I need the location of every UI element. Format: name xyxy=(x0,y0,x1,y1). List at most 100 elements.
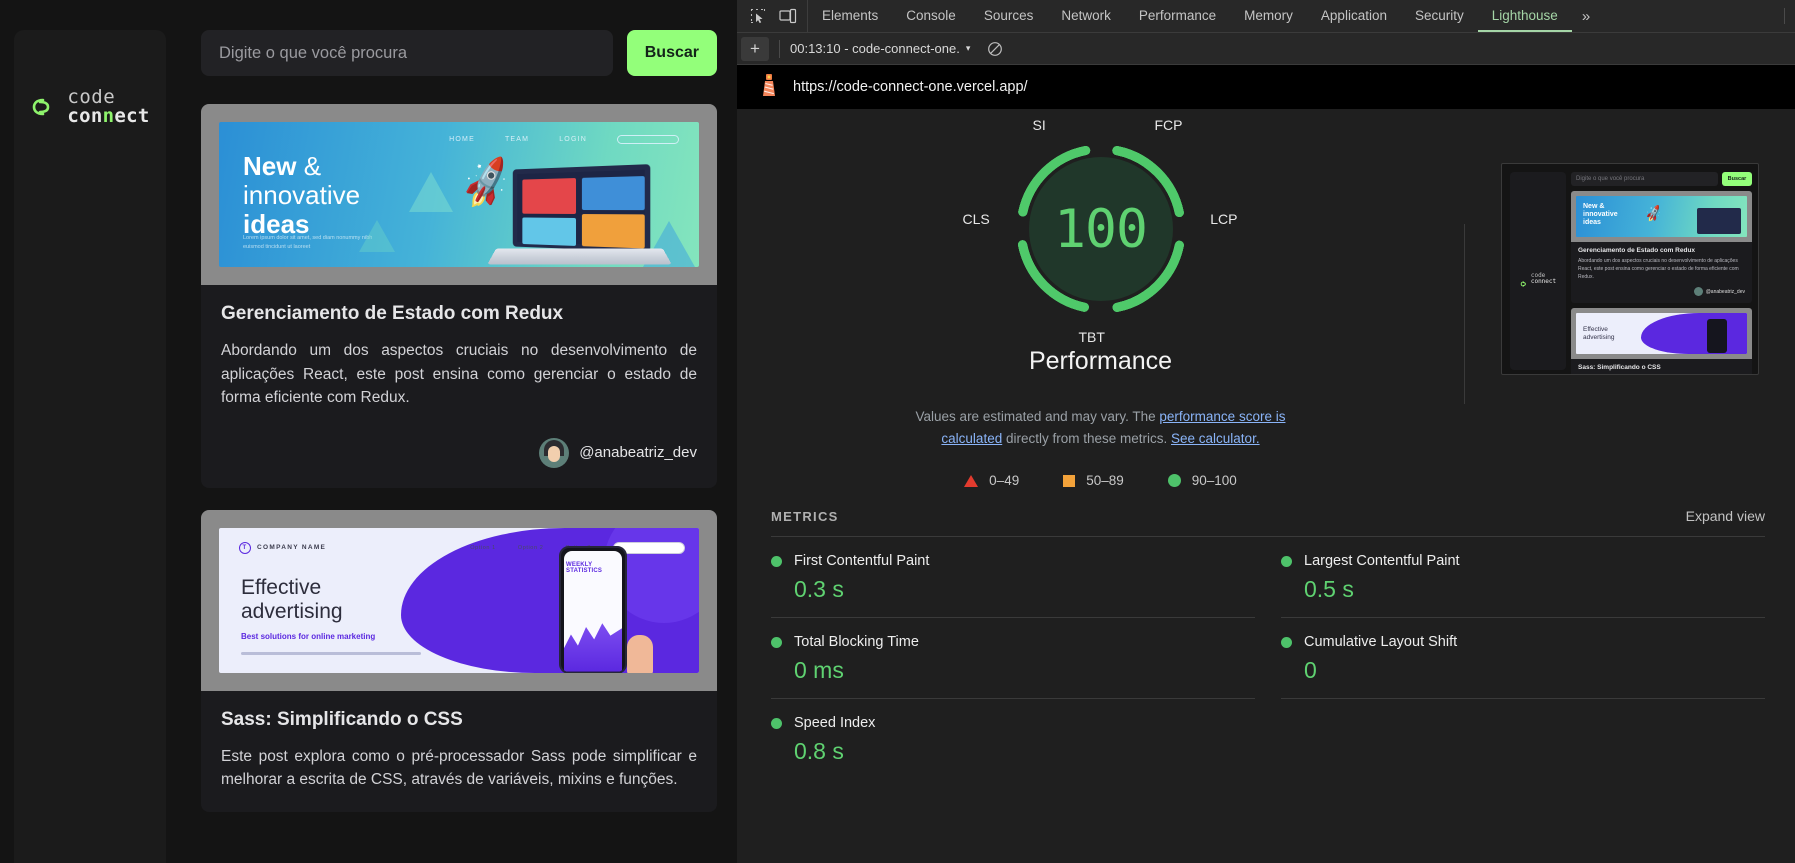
metrics-heading: METRICS xyxy=(771,509,839,525)
thumb-post-author: @anabeatriz_dev xyxy=(1705,288,1745,295)
circle-icon xyxy=(1167,474,1181,488)
score-legend: 0–49 50–89 90–100 xyxy=(964,473,1237,488)
thumb-post-card: New & innovative ideas 🚀 Gerenciamento de E… xyxy=(1571,191,1752,304)
tab-security[interactable]: Security xyxy=(1401,0,1478,32)
toolbar-divider xyxy=(1784,8,1785,24)
phone-illustration: WEEKLY STATISTICS xyxy=(559,545,627,673)
devtools-panel: Elements Console Sources Network Perform… xyxy=(737,0,1795,863)
tab-console[interactable]: Console xyxy=(892,0,970,32)
banner-nav: HOME TEAM LOGIN xyxy=(449,135,679,144)
tab-elements[interactable]: Elements xyxy=(808,0,892,32)
thumb-search-input: Digite o que você procura xyxy=(1571,172,1718,186)
search-button[interactable]: Buscar xyxy=(626,30,717,76)
post-body: Gerenciamento de Estado com Redux Aborda… xyxy=(201,285,717,488)
tab-lighthouse[interactable]: Lighthouse xyxy=(1477,0,1572,32)
chevron-down-icon: ▾ xyxy=(965,43,971,53)
rocket-icon: 🚀 xyxy=(457,155,518,212)
legend-item-average: 50–89 xyxy=(1063,473,1124,488)
metrics-section: METRICS Expand view First Contentful Pai… xyxy=(737,508,1795,779)
search-bar: Buscar xyxy=(201,30,717,76)
gauge-label-fcp: FCP xyxy=(1154,117,1183,133)
post-description: Este post explora como o pré-processador… xyxy=(221,747,697,789)
avatar xyxy=(539,437,570,468)
metric-name: Cumulative Layout Shift xyxy=(1304,634,1458,651)
post-author-handle: @anabeatriz_dev xyxy=(579,444,697,462)
metric-value: 0.5 s xyxy=(1304,576,1354,603)
tab-performance[interactable]: Performance xyxy=(1125,0,1230,32)
banner-subtitle: Best solutions for online marketing xyxy=(241,631,376,641)
post-title: Gerenciamento de Estado com Redux xyxy=(221,303,564,324)
performance-gauge: 100 SI FCP LCP CLS TBT xyxy=(963,117,1238,345)
tab-sources[interactable]: Sources xyxy=(970,0,1048,32)
metric-item[interactable]: Largest Contentful Paint 0.5 s xyxy=(1281,537,1765,619)
rendered-page-panel: code connect Buscar HOME xyxy=(0,0,737,863)
laptop-illustration xyxy=(487,164,677,267)
expand-view-button[interactable]: Expand view xyxy=(1686,508,1765,524)
post-cover-image: HOME TEAM LOGIN New & innovative ideas L… xyxy=(219,122,699,267)
banner-search-pill xyxy=(617,135,679,144)
thumb-logo-icon xyxy=(1520,275,1529,287)
report-selector[interactable]: 00:13:10 - code-connect-one. ▾ xyxy=(790,41,970,56)
tab-network[interactable]: Network xyxy=(1047,0,1125,32)
banner-headline: Effective advertising xyxy=(241,575,343,623)
site-main: Buscar HOME TEAM LOGIN xyxy=(166,30,737,863)
gauge-label-si: SI xyxy=(1032,117,1046,133)
tab-application[interactable]: Application xyxy=(1307,0,1401,32)
metric-item[interactable]: Total Blocking Time 0 ms xyxy=(771,618,1255,700)
more-tabs-icon[interactable]: » xyxy=(1572,0,1600,32)
tab-memory[interactable]: Memory xyxy=(1230,0,1307,32)
report-selector-label: 00:13:10 - code-connect-one. xyxy=(790,41,960,56)
new-report-button[interactable]: + xyxy=(741,36,769,61)
thumb-main: Digite o que você procura Buscar New & in… xyxy=(1571,172,1752,374)
page-screenshot-thumbnail: code connect Digite o que você procura B… xyxy=(1501,163,1759,375)
search-input[interactable] xyxy=(201,30,613,76)
metric-item[interactable]: First Contentful Paint 0.3 s xyxy=(771,537,1255,619)
legend-item-fail: 0–49 xyxy=(964,473,1019,488)
post-body: Sass: Simplificando o CSS Este post expl… xyxy=(201,691,717,812)
site-sidebar: code connect xyxy=(14,30,166,863)
report-url-bar: https://code-connect-one.vercel.app/ xyxy=(737,65,1795,109)
metric-item[interactable]: Speed Index 0.8 s xyxy=(771,699,1255,779)
post-card[interactable]: HOME TEAM LOGIN New & innovative ideas L… xyxy=(201,104,717,488)
legend-item-pass: 90–100 xyxy=(1167,473,1237,488)
thumb-search-button: Buscar xyxy=(1722,172,1752,186)
app-root: code connect Buscar HOME xyxy=(0,0,1795,863)
report-url: https://code-connect-one.vercel.app/ xyxy=(793,79,1028,95)
devtools-tab-list: Elements Console Sources Network Perform… xyxy=(808,0,1600,32)
status-dot-pass xyxy=(771,717,782,729)
post-description: Abordando um dos aspectos cruciais no de… xyxy=(221,342,697,407)
gauge-label-lcp: LCP xyxy=(1210,211,1238,227)
metric-name: Speed Index xyxy=(794,715,876,732)
status-dot-pass xyxy=(1281,636,1292,648)
gauge-label-tbt: TBT xyxy=(1078,329,1105,345)
performance-score: 100 xyxy=(1054,198,1148,260)
status-dot-pass xyxy=(771,555,782,567)
triangle-icon xyxy=(964,474,979,487)
metric-value: 0 ms xyxy=(794,657,844,684)
thumb-post-description: Abordando um dos aspectos cruciais no de… xyxy=(1578,258,1739,280)
status-dot-pass xyxy=(771,636,782,648)
banner-nav-item: LOGIN xyxy=(559,136,587,143)
see-calculator-link[interactable]: See calculator. xyxy=(1171,431,1260,446)
metric-item[interactable]: Cumulative Layout Shift 0 xyxy=(1281,618,1765,700)
metric-name: Total Blocking Time xyxy=(794,634,919,651)
thumb-post-title: Sass: Simplificando o CSS xyxy=(1578,364,1661,372)
post-cover-image: T COMPANY NAME Option 1 Option 2 Option … xyxy=(219,527,699,673)
square-icon xyxy=(1063,474,1076,487)
post-card[interactable]: T COMPANY NAME Option 1 Option 2 Option … xyxy=(201,509,717,812)
inspect-element-icon[interactable] xyxy=(745,4,771,28)
banner-nav-item: HOME xyxy=(449,136,475,143)
clear-icon[interactable] xyxy=(984,38,1006,60)
metric-item-empty xyxy=(1281,699,1765,779)
thumb-sidebar: code connect xyxy=(1510,172,1566,370)
banner-nav-item: Option 2 xyxy=(517,544,544,551)
gauge-label-cls: CLS xyxy=(962,211,990,227)
device-toolbar-icon[interactable] xyxy=(775,4,801,28)
metrics-grid: First Contentful Paint 0.3 s Largest Con… xyxy=(771,537,1765,779)
metric-name: Largest Contentful Paint xyxy=(1304,553,1460,570)
thumb-logo-line-2: connect xyxy=(1530,278,1557,285)
legend-range: 50–89 xyxy=(1086,473,1124,489)
status-dot-pass xyxy=(1281,555,1292,567)
banner-nav-item: Option 1 xyxy=(470,544,496,551)
site-logo[interactable]: code connect xyxy=(30,85,149,129)
